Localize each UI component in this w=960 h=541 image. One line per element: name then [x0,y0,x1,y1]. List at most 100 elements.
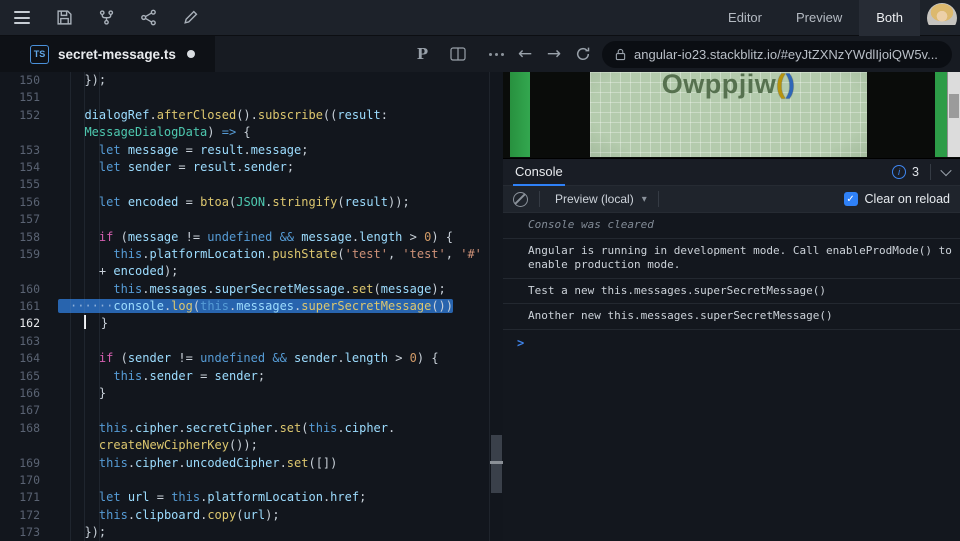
chevron-down-icon[interactable] [940,165,951,176]
file-name: secret-message.ts [58,47,176,62]
file-tab[interactable]: TS secret-message.ts [0,36,215,72]
preview-scrollbar[interactable] [947,72,960,157]
code-line[interactable]: 152 dialogRef.afterClosed().subscribe((r… [0,107,489,124]
line-number: 161 [0,298,40,315]
line-number [0,124,40,141]
save-icon[interactable] [54,8,74,28]
prompt-chevron-icon: > [517,336,524,350]
code-text [40,472,70,489]
fork-icon[interactable] [96,8,116,28]
code-line[interactable]: 162 } [0,315,489,332]
code-line[interactable]: 168 this.cipher.secretCipher.set(this.ci… [0,420,489,437]
modified-dot-icon [187,50,195,58]
paren-open: ( [776,72,786,99]
code-line[interactable]: 171 let url = this.platformLocation.href… [0,489,489,506]
console-message[interactable]: Console was cleared [503,213,960,239]
edit-icon[interactable] [180,8,200,28]
console-source-dropdown[interactable]: Preview (local) ▾ [555,192,647,206]
preview-viewport[interactable]: Owppjiw() [503,72,960,158]
code-text: let message = result.message; [40,142,309,159]
paren-close: ) [786,72,796,99]
tab-preview[interactable]: Preview [779,0,859,36]
editor-scrollbar-thumb[interactable] [491,435,502,493]
code-text: }); [40,524,106,541]
resize-grip-icon [490,461,503,464]
code-line[interactable]: 150 }); [0,72,489,89]
code-line[interactable]: 170 [0,472,489,489]
code-line[interactable]: 169 this.cipher.uncodedCipher.set([]) [0,455,489,472]
console-prompt[interactable]: > [503,330,960,356]
code-line[interactable]: 173 }); [0,524,489,541]
code-line[interactable]: 151 [0,89,489,106]
more-options-icon[interactable] [486,44,506,64]
top-bar: Editor Preview Both [0,0,960,36]
reload-icon[interactable] [573,44,593,64]
console-messages[interactable]: Console was clearedAngular is running in… [503,213,960,541]
code-line[interactable]: 172 this.clipboard.copy(url); [0,507,489,524]
forward-icon[interactable]: → [544,44,564,64]
code-line[interactable]: 158 if (message != undefined && message.… [0,229,489,246]
line-number: 170 [0,472,40,489]
code-line[interactable]: 163 [0,333,489,350]
tab-both[interactable]: Both [859,0,920,36]
code-line[interactable]: 160 this.messages.superSecretMessage.set… [0,281,489,298]
code-text: }); [40,72,106,89]
main-area: 150 });151152 dialogRef.afterClosed().su… [0,72,960,541]
preview-pane: Owppjiw() Console i 3 Prev [503,72,960,541]
code-editor[interactable]: 150 });151152 dialogRef.afterClosed().su… [0,72,489,541]
code-line[interactable]: 167 [0,402,489,419]
console-message[interactable]: Test a new this.messages.superSecretMess… [503,279,960,305]
code-text: dialogRef.afterClosed().subscribe((resul… [40,107,388,124]
code-text: createNewCipherKey()); [40,437,258,454]
code-text: ······console.log(this.messages.superSec… [40,298,453,315]
code-line[interactable]: MessageDialogData) => { [0,124,489,141]
split-view-icon[interactable] [448,44,468,64]
code-text [40,89,70,106]
back-icon[interactable]: ← [515,44,535,64]
code-line[interactable]: 166 } [0,385,489,402]
editor-tab-actions: P [417,44,486,64]
code-line[interactable]: 161······console.log(this.messages.super… [0,298,489,315]
console-panel: Console i 3 Preview (local) ▾ ✓ Clea [503,158,960,541]
code-text [40,211,70,228]
line-number: 158 [0,229,40,246]
clear-on-reload-checkbox[interactable]: ✓ [844,192,858,206]
share-icon[interactable] [138,8,158,28]
typescript-icon: TS [30,45,49,64]
code-line[interactable]: 164 if (sender != undefined && sender.le… [0,350,489,367]
line-number: 155 [0,176,40,193]
code-line[interactable]: 154 let sender = result.sender; [0,159,489,176]
line-number: 151 [0,89,40,106]
tab-strip: TS secret-message.ts P ← → angular-io23.… [0,36,960,72]
separator [930,164,931,180]
code-line[interactable]: 165 this.sender = sender; [0,368,489,385]
console-message[interactable]: Another new this.messages.superSecretMes… [503,304,960,330]
console-message[interactable]: Angular is running in development mode. … [503,239,960,279]
line-number: 162 [0,315,40,332]
menu-icon[interactable] [12,8,32,28]
code-line[interactable]: createNewCipherKey()); [0,437,489,454]
line-number: 167 [0,402,40,419]
code-line[interactable]: 156 let encoded = btoa(JSON.stringify(re… [0,194,489,211]
preview-scrollbar-thumb[interactable] [949,94,959,118]
code-text: this.platformLocation.pushState('test', … [40,246,482,263]
code-line[interactable]: + encoded); [0,263,489,280]
pane-resize-handle[interactable] [489,72,503,541]
code-line[interactable]: 157 [0,211,489,228]
avatar[interactable] [927,3,957,33]
line-number [0,437,40,454]
prettier-icon[interactable]: P [417,45,428,63]
console-source-label: Preview (local) [555,192,634,206]
line-number: 172 [0,507,40,524]
code-line[interactable]: 153 let message = result.message; [0,142,489,159]
clear-console-icon[interactable] [513,192,528,207]
line-number: 157 [0,211,40,228]
separator [658,191,659,207]
line-number: 154 [0,159,40,176]
console-tab[interactable]: Console [513,159,565,186]
tab-editor[interactable]: Editor [711,0,779,36]
code-line[interactable]: 155 [0,176,489,193]
url-bar[interactable]: angular-io23.stackblitz.io/#eyJtZXNzYWdl… [602,41,952,68]
console-header: Console i 3 [503,159,960,186]
code-line[interactable]: 159 this.platformLocation.pushState('tes… [0,246,489,263]
